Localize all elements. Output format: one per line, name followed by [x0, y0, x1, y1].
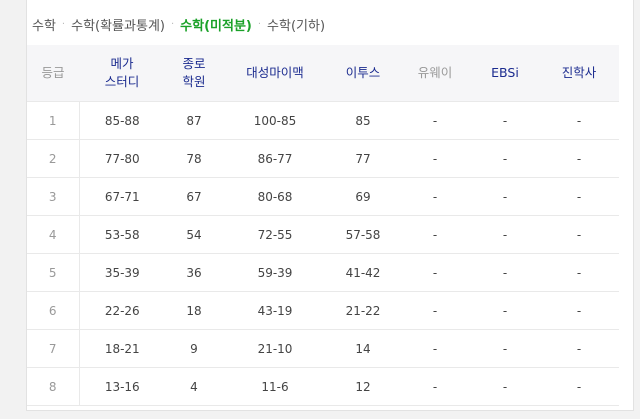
cell-daesung: 72-55: [223, 215, 327, 254]
cell-jinhak: -: [539, 291, 619, 330]
subtab-math-calculus[interactable]: 수학(미적분): [180, 15, 252, 34]
cell-grade: 8: [27, 367, 80, 406]
cell-ebsi: -: [471, 101, 539, 140]
cell-jongro: 54: [165, 215, 223, 254]
subtab-math-probability[interactable]: 수학(확률과통계): [71, 15, 165, 34]
cell-uway: -: [399, 177, 471, 216]
cell-uway: -: [399, 367, 471, 406]
header-jongro: 종로 학원: [182, 56, 206, 89]
table-row: 2 77-80 78 86-77 77- - -: [27, 139, 619, 178]
cell-jongro: 67: [165, 177, 223, 216]
cell-uway: -: [399, 291, 471, 330]
cell-ebsi: -: [471, 139, 539, 178]
header-etoos: 이투스: [345, 65, 381, 80]
cell-ebsi: -: [471, 253, 539, 292]
cell-uway: -: [399, 329, 471, 368]
header-daesung: 대성마이맥: [246, 65, 304, 80]
cell-daesung: 86-77: [223, 139, 327, 178]
cell-jinhak: -: [539, 329, 619, 368]
cell-megastudy: 22-26: [79, 291, 165, 330]
cell-jinhak: -: [539, 253, 619, 292]
cell-jinhak: -: [539, 215, 619, 254]
cell-megastudy: 18-21: [79, 329, 165, 368]
subtab-math-geometry[interactable]: 수학(기하): [267, 15, 325, 34]
table-header-row: 등급 메가 스터디 종로 학원 대성마이맥 이투스 유웨이 EBSi 진학사: [27, 45, 619, 102]
cell-etoos: 12: [327, 367, 399, 406]
cell-jinhak: -: [539, 367, 619, 406]
cell-daesung: 59-39: [223, 253, 327, 292]
cell-grade: 2: [27, 139, 80, 178]
cell-etoos: 21-22: [327, 291, 399, 330]
table-row: 7 18-21 9 21-10 14- - -: [27, 329, 619, 368]
cell-daesung: 80-68: [223, 177, 327, 216]
cell-grade: 6: [27, 291, 80, 330]
cell-ebsi: -: [471, 291, 539, 330]
cell-grade: 1: [27, 101, 80, 140]
cell-uway: -: [399, 101, 471, 140]
table-row: 8 13-16 4 11-6 12- - -: [27, 367, 619, 406]
subtab-math[interactable]: 수학: [32, 15, 56, 34]
cell-etoos: 69: [327, 177, 399, 216]
cell-ebsi: -: [471, 215, 539, 254]
subject-subtabs: 수학 · 수학(확률과통계) · 수학(미적분) · 수학(기하): [32, 14, 325, 34]
cell-etoos: 57-58: [327, 215, 399, 254]
cell-grade: 4: [27, 215, 80, 254]
cell-jongro: 18: [165, 291, 223, 330]
separator-dot: ·: [257, 18, 262, 30]
cell-jongro: 4: [165, 367, 223, 406]
cell-megastudy: 35-39: [79, 253, 165, 292]
cell-jongro: 36: [165, 253, 223, 292]
table-row: 6 22-26 18 43-19 21-22- - -: [27, 291, 619, 330]
cell-daesung: 21-10: [223, 329, 327, 368]
cell-jongro: 87: [165, 101, 223, 140]
cell-etoos: 85: [327, 101, 399, 140]
cell-jongro: 9: [165, 329, 223, 368]
cell-uway: -: [399, 215, 471, 254]
cell-ebsi: -: [471, 177, 539, 216]
header-ebsi: EBSi: [491, 65, 519, 80]
cell-megastudy: 13-16: [79, 367, 165, 406]
grade-cut-table: 등급 메가 스터디 종로 학원 대성마이맥 이투스 유웨이 EBSi 진학사 1 85…: [27, 45, 619, 406]
cell-grade: 5: [27, 253, 80, 292]
cell-ebsi: -: [471, 329, 539, 368]
cell-grade: 7: [27, 329, 80, 368]
table-row: 4 53-58 54 72-55 57-58- - -: [27, 215, 619, 254]
cell-daesung: 11-6: [223, 367, 327, 406]
grade-cut-table-wrap: 등급 메가 스터디 종로 학원 대성마이맥 이투스 유웨이 EBSi 진학사 1 85…: [27, 45, 619, 406]
cell-megastudy: 67-71: [79, 177, 165, 216]
cell-megastudy: 77-80: [79, 139, 165, 178]
cell-jinhak: -: [539, 139, 619, 178]
cell-daesung: 100-85: [223, 101, 327, 140]
cell-megastudy: 85-88: [79, 101, 165, 140]
table-row: 3 67-71 67 80-68 69- - -: [27, 177, 619, 216]
table-row: 5 35-39 36 59-39 41-42- - -: [27, 253, 619, 292]
table-row: 1 85-88 87 100-85 85- - -: [27, 101, 619, 140]
separator-dot: ·: [170, 18, 175, 30]
cell-etoos: 14: [327, 329, 399, 368]
cell-jongro: 78: [165, 139, 223, 178]
cell-ebsi: -: [471, 367, 539, 406]
grade-cut-card: 수학 · 수학(확률과통계) · 수학(미적분) · 수학(기하) 등급 메가 스…: [26, 0, 634, 411]
cell-uway: -: [399, 253, 471, 292]
header-megastudy: 메가 스터디: [104, 56, 140, 89]
table-body: 1 85-88 87 100-85 85- - -2 77-80 78 86-77 77- - -3 67…: [27, 101, 619, 406]
cell-daesung: 43-19: [223, 291, 327, 330]
header-uway: 유웨이: [417, 65, 453, 80]
cell-jinhak: -: [539, 177, 619, 216]
cell-etoos: 41-42: [327, 253, 399, 292]
header-grade: 등급: [41, 65, 65, 80]
cell-megastudy: 53-58: [79, 215, 165, 254]
cell-jinhak: -: [539, 101, 619, 140]
header-jinhak: 진학사: [561, 65, 597, 80]
cell-etoos: 77: [327, 139, 399, 178]
cell-uway: -: [399, 139, 471, 178]
separator-dot: ·: [61, 18, 66, 30]
cell-grade: 3: [27, 177, 80, 216]
